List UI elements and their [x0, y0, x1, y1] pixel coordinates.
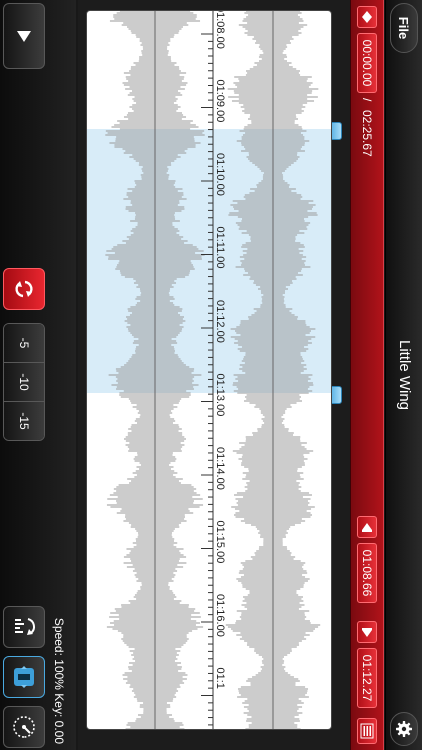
waveform[interactable]: 01:08.00 01:09.00 01:10.00 01:11.00 01:12.00…	[86, 11, 331, 730]
speed-key-readout[interactable]: Speed: 100% Key: 0.00	[52, 618, 66, 744]
settings-button[interactable]	[390, 712, 418, 746]
time-label: 01:14.00	[214, 447, 226, 490]
skip-back-group: -5 -10 -15	[3, 323, 45, 441]
total-time: 02:25.67	[360, 110, 374, 157]
skip-to-start-button[interactable]	[357, 6, 377, 28]
top-bar: File Little Wing	[385, 0, 422, 750]
song-title: Little Wing	[396, 339, 413, 411]
section-icon	[14, 666, 34, 688]
pitch-speed-button[interactable]	[3, 606, 45, 648]
tuner-button[interactable]	[3, 706, 45, 748]
time-label: 01:15.00	[214, 521, 226, 564]
time-label: 01:10.00	[214, 153, 226, 196]
skip-back-10-button[interactable]: -10	[4, 362, 44, 401]
skip-back-5-button[interactable]: -5	[4, 324, 44, 362]
waveform-view[interactable]: 01:08.00 01:09.00 01:10.00 01:11.00 01:12.00…	[86, 10, 332, 730]
time-separator: /	[360, 98, 374, 102]
loop-start-time[interactable]: 01:08.66	[357, 543, 377, 603]
skip-back-15-button[interactable]: -15	[4, 401, 44, 440]
prev-marker-button[interactable]	[357, 516, 377, 538]
play-icon	[17, 30, 31, 42]
loop-toggle-button[interactable]	[3, 268, 45, 310]
skip-to-start-icon	[362, 11, 372, 23]
bottom-bar: -5 -10 -15 Speed: 100% Key: 0.00	[0, 0, 76, 750]
tuner-icon	[13, 716, 35, 738]
transport-bar: 00:00.00 / 02:25.67 01:08.66 01:12.27	[350, 0, 384, 750]
time-label: 01:11.00	[214, 227, 226, 269]
time-label: 01:12.00	[214, 300, 226, 343]
prev-marker-icon	[362, 522, 372, 532]
loop-icon	[15, 280, 33, 298]
next-marker-icon	[362, 627, 372, 637]
loop-end-time[interactable]: 01:12.27	[357, 648, 377, 708]
current-time: 00:00.00	[357, 33, 377, 93]
waveform-channel-2	[105, 11, 205, 730]
app-screen: File Little Wing 00:00.00 / 02:25.67 01:…	[0, 0, 422, 750]
time-label: 01:1	[214, 668, 226, 689]
gear-icon	[396, 721, 412, 737]
next-marker-button[interactable]	[357, 621, 377, 643]
play-button[interactable]	[3, 3, 45, 69]
time-label: 01:09.00	[214, 80, 226, 123]
time-label: 01:16.00	[214, 594, 226, 637]
time-label: 01:08.00	[214, 11, 226, 49]
list-icon	[360, 723, 374, 739]
section-button[interactable]	[3, 656, 45, 698]
pitch-speed-icon	[15, 618, 35, 635]
time-label: 01:13.00	[214, 374, 226, 417]
waveform-panel[interactable]: 01:08.00 01:09.00 01:10.00 01:11.00 01:12.00…	[78, 0, 350, 750]
marker-list-button[interactable]	[357, 718, 377, 744]
